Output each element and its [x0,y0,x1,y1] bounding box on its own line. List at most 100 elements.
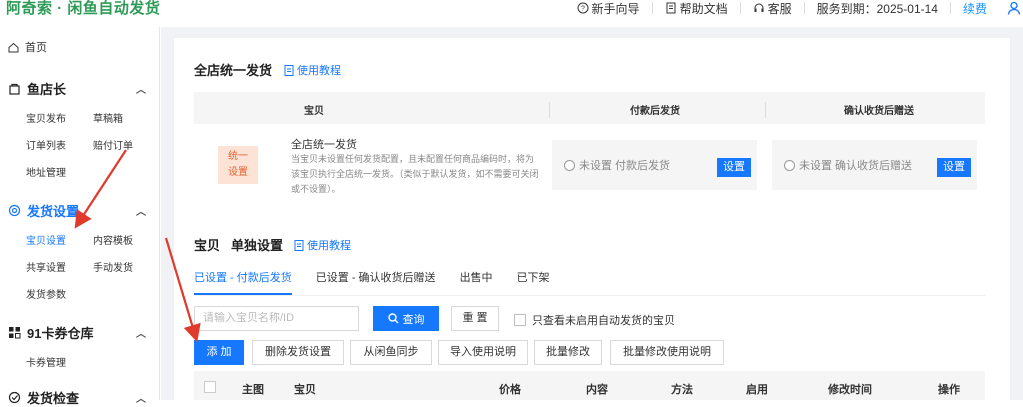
brand-logo: 阿奇索 · 闲鱼自动发货 [6,0,161,17]
column-header: 价格 [499,384,521,396]
select-all-checkbox[interactable] [204,381,216,393]
sidebar-item-claims[interactable]: 赔付订单 [93,137,133,152]
service-link[interactable]: 客服 [741,0,804,16]
service-label: 客服 [767,1,792,16]
store-section-title: 全店统一发货 [194,63,273,78]
chevron-up-icon: ︿ [136,329,146,340]
badge-line: 统一 [228,151,248,162]
sidebar-item-publish[interactable]: 宝贝发布 [26,110,66,125]
svg-text:?: ? [581,6,585,13]
divider [765,102,766,118]
headset-icon [754,3,764,12]
sidebar-item-manual-ship[interactable]: 手动发货 [93,259,133,274]
query-label: 查询 [402,313,425,326]
column-header: 确认收货后赠送 [844,106,914,117]
tab-off-shelf[interactable]: 已下架 [517,269,550,285]
import-guide-button[interactable]: 导入使用说明 [438,340,528,365]
sidebar-group-check[interactable]: 发货检查 ︿ [8,388,152,407]
user-icon[interactable] [1007,1,1021,15]
settings-circle-icon [8,204,21,217]
column-header: 宝贝 [294,384,316,396]
unified-desc-text: 当宝贝未设置任何发货配置，且未配置任何商品编码时，将为该宝贝执行全店统一发货。（… [291,154,539,194]
confirm-set-button[interactable]: 设置 [937,158,971,177]
item-section-title-b: 单独设置 [231,238,284,253]
query-button[interactable]: 查询 [373,306,439,331]
sidebar-item-address[interactable]: 地址管理 [26,164,66,179]
sidebar-group-yudianzhang[interactable]: 鱼店长 ︿ [8,79,152,98]
divider [549,102,550,118]
active-tab-indicator [194,293,292,295]
column-header: 宝贝 [304,106,324,117]
main-area: 全店统一发货 使用教程 宝贝 付款后发货 确认收货后赠送 统一 设置 全店统一发… [161,27,1023,400]
column-header: 方法 [671,384,693,396]
pay-ship-config: 未设置 付款后发货 设置 [552,140,757,190]
checkbox[interactable] [514,314,526,326]
sidebar-item-item-settings[interactable]: 宝贝设置 [26,232,66,247]
sidebar-item-orders[interactable]: 订单列表 [26,137,66,152]
unified-desc-title: 全店统一发货 [291,139,357,151]
column-header: 启用 [746,384,768,396]
item-search-input[interactable]: 请输入宝贝名称/ID [194,306,359,331]
expiry-label: 服务到期：2025-01-14 [816,1,938,16]
reset-button[interactable]: 重 置 [451,306,499,331]
store-tutorial-link[interactable]: 使用教程 [284,62,341,78]
sidebar-item-templates[interactable]: 内容模板 [93,232,133,247]
group-title: 发货设置 [27,204,80,219]
radio-icon [784,159,795,171]
item-tutorial-link[interactable]: 使用教程 [294,237,351,253]
add-button[interactable]: 添 加 [194,340,244,365]
help-label: 帮助文档 [679,1,728,16]
only-disabled-filter[interactable]: 只查看未启用自动发货的宝贝 [514,312,675,328]
radio-icon [564,159,575,171]
home-icon [8,42,19,52]
top-bar: 阿奇索 · 闲鱼自动发货 ? 新手向导 帮助文档 客服 服务到期：2025-01… [0,0,1023,18]
document-icon [284,64,294,76]
question-circle-icon: ? [577,2,589,14]
tab-on-sale[interactable]: 出售中 [460,269,493,285]
top-nav: ? 新手向导 帮助文档 客服 服务到期：2025-01-14 续费 [565,0,1023,16]
delete-setting-button[interactable]: 删除发货设置 [252,340,344,365]
tutorial-label: 使用教程 [297,65,341,77]
sidebar-item-label: 首页 [25,42,47,54]
renew-label: 续费 [962,1,987,16]
tab-paid-ship[interactable]: 已设置 - 付款后发货 [194,269,292,285]
only-disabled-label: 只查看未启用自动发货的宝贝 [532,315,675,327]
guide-link[interactable]: ? 新手向导 [565,0,652,16]
sync-button[interactable]: 从闲鱼同步 [350,340,432,365]
group-title: 鱼店长 [27,82,67,97]
column-header: 主图 [242,384,264,396]
sidebar-item-home[interactable]: 首页 [8,39,47,55]
badge-line: 设置 [228,167,248,178]
content-card: 全店统一发货 使用教程 宝贝 付款后发货 确认收货后赠送 统一 设置 全店统一发… [174,38,1010,400]
sidebar-group-shipping[interactable]: 发货设置 ︿ [8,201,152,220]
help-link[interactable]: 帮助文档 [653,0,740,16]
grid-icon [9,327,21,339]
chevron-up-icon: ︿ [136,207,146,218]
item-tabs: 已设置 - 付款后发货 已设置 - 确认收货后赠送 出售中 已下架 [194,269,574,285]
sidebar-item-drafts[interactable]: 草稿箱 [93,110,123,125]
confirm-status: 未设置 确认收货后赠送 [799,160,913,172]
group-title: 发货检查 [27,391,80,406]
store-table-header: 宝贝 付款后发货 确认收货后赠送 [194,92,985,124]
sidebar: 首页 鱼店长 ︿ 宝贝发布 草稿箱 订单列表 赔付订单 地址管理 发货设置 ︿ … [0,27,160,406]
sidebar-item-params[interactable]: 发货参数 [26,286,66,301]
bulk-edit-guide-button[interactable]: 批量修改使用说明 [610,340,724,365]
search-icon [387,313,398,324]
bulk-edit-button[interactable]: 批量修改 [534,340,602,365]
confirm-gift-config: 未设置 确认收货后赠送 设置 [772,140,977,190]
sidebar-group-coupon[interactable]: 91卡券仓库 ︿ [8,323,152,342]
item-table-header: 主图 宝贝 价格 内容 方法 启用 修改时间 操作 [194,371,985,400]
sidebar-item-coupon-manage[interactable]: 卡券管理 [26,354,66,369]
chevron-up-icon: ︿ [136,85,146,96]
pay-set-button[interactable]: 设置 [717,158,751,177]
tab-confirm-gift[interactable]: 已设置 - 确认收货后赠送 [316,269,436,285]
document-icon [666,2,676,14]
shop-icon [9,83,20,95]
column-header: 付款后发货 [630,106,680,117]
column-header: 修改时间 [828,384,872,396]
guide-label: 新手向导 [591,1,640,16]
sidebar-item-share[interactable]: 共享设置 [26,259,66,274]
tutorial-label: 使用教程 [307,240,351,252]
document-icon [294,239,304,251]
renew-link[interactable]: 续费 [951,0,999,16]
